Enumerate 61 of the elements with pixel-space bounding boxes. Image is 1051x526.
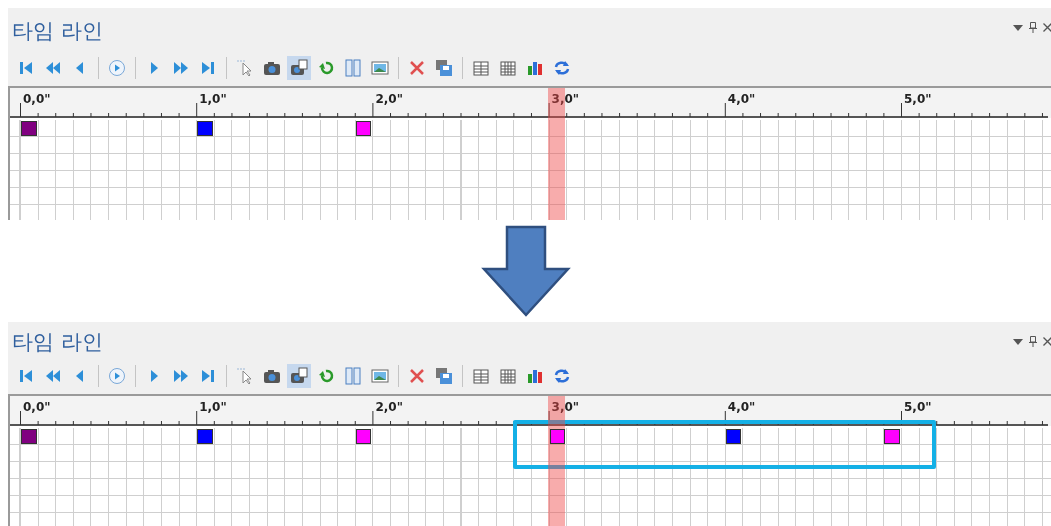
rewind-icon xyxy=(44,367,62,385)
fast-forward-icon xyxy=(172,59,190,77)
keyframe[interactable] xyxy=(725,429,742,444)
bar-chart-icon xyxy=(526,367,544,385)
refresh-icon xyxy=(553,367,571,385)
play-circle-icon xyxy=(108,59,126,77)
columns-icon xyxy=(344,367,362,385)
fast-forward-icon xyxy=(172,367,190,385)
panel-title: 타임 라인 xyxy=(12,329,103,356)
keyframe[interactable] xyxy=(549,429,566,444)
ruler-label: 5,0" xyxy=(904,92,932,106)
keyframe[interactable] xyxy=(355,429,372,444)
ruler-label: 3,0" xyxy=(551,92,580,106)
down-arrow-icon xyxy=(480,225,571,317)
skip-start-icon xyxy=(17,59,35,77)
save-icon xyxy=(435,59,453,77)
close-icon[interactable] xyxy=(1043,337,1051,346)
ruler-label: 3,0" xyxy=(551,400,580,414)
bar-chart-icon xyxy=(526,59,544,77)
keyframe[interactable] xyxy=(355,121,372,136)
camera-icon xyxy=(263,367,281,385)
pin-icon[interactable] xyxy=(1029,22,1037,33)
toolbar-button[interactable] xyxy=(287,364,311,388)
ruler-label: 0,0" xyxy=(23,400,51,414)
camera-icon xyxy=(263,59,281,77)
grid-icon xyxy=(499,59,517,77)
refresh-icon xyxy=(553,59,571,77)
skip-end-icon xyxy=(199,367,217,385)
image-icon xyxy=(371,59,389,77)
toolbar-button[interactable] xyxy=(287,56,311,80)
close-icon xyxy=(408,59,426,77)
camera-icon xyxy=(290,59,308,77)
cursor-icon xyxy=(236,59,254,77)
ruler-label: 2,0" xyxy=(375,400,403,414)
ruler-label: 4,0" xyxy=(727,92,756,106)
skip-start-icon xyxy=(17,367,35,385)
ruler-label: 1,0" xyxy=(199,92,227,106)
play-circle-icon xyxy=(108,367,126,385)
cursor-icon xyxy=(236,367,254,385)
pin-icon[interactable] xyxy=(1029,336,1037,347)
panel-title: 타임 라인 xyxy=(12,18,103,45)
ruler-label: 2,0" xyxy=(375,92,403,106)
undo-icon xyxy=(317,59,335,77)
columns-icon xyxy=(344,59,362,77)
undo-icon xyxy=(317,367,335,385)
dropdown-icon[interactable] xyxy=(1013,24,1023,31)
ruler-label: 0,0" xyxy=(23,92,51,106)
table-icon xyxy=(472,367,490,385)
skip-end-icon xyxy=(199,59,217,77)
ruler-label: 4,0" xyxy=(727,400,756,414)
table-icon xyxy=(472,59,490,77)
ruler-label: 5,0" xyxy=(904,400,932,414)
grid-icon xyxy=(499,367,517,385)
camera-icon xyxy=(290,367,308,385)
close-icon xyxy=(408,367,426,385)
ruler-label: 1,0" xyxy=(199,400,227,414)
close-icon[interactable] xyxy=(1043,23,1051,32)
save-icon xyxy=(435,367,453,385)
image-icon xyxy=(371,367,389,385)
rewind-icon xyxy=(44,59,62,77)
dropdown-icon[interactable] xyxy=(1013,338,1023,345)
